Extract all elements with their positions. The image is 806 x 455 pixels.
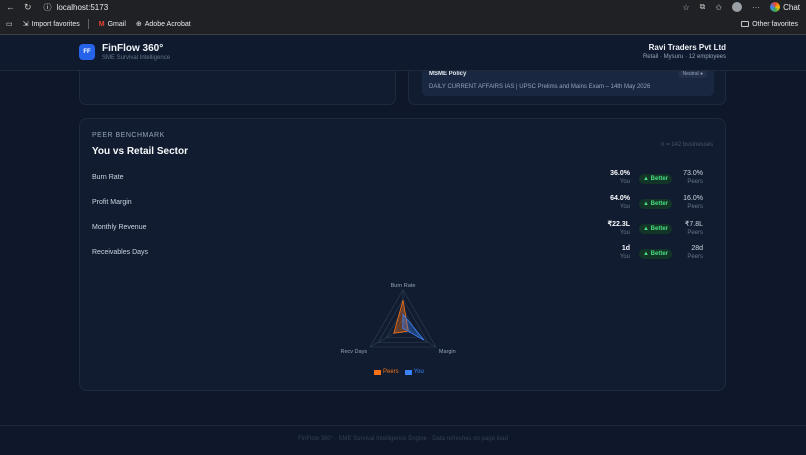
news-item[interactable]: MSME Policy Neutral ● DAILY CURRENT AFFA… [422,68,714,96]
chat-button[interactable]: Chat [770,2,800,12]
company-meta: Retail · Mysuru · 12 employees [642,54,726,60]
other-favorites[interactable]: Other favorites [741,21,806,28]
more-icon[interactable]: ··· [752,3,760,12]
app-title: FinFlow 360° [102,43,164,54]
legend-label: Peers [383,369,399,375]
metric-row: Monthly Revenue ₹22.3L You ▲ Better ₹7.8… [92,220,715,242]
page-footer: FinFlow 360° · SME Survival Intelligence… [0,425,806,455]
peer-caption: Peers [687,254,703,260]
company-info: Ravi Traders Pvt Ltd Retail · Mysuru · 1… [643,43,726,60]
peer-caption: Peers [687,230,703,236]
favorites-icon[interactable]: ✩ [715,3,722,12]
favorite-gmail[interactable]: M Gmail [99,21,126,28]
back-icon[interactable]: ← [6,2,15,12]
legend-swatch [404,369,412,375]
address-bar[interactable]: ⓘ localhost:5173 [44,2,109,13]
app-logo: FF [79,44,95,60]
you-value: ₹22.3L You [608,220,630,236]
legend-swatch [374,369,381,375]
status-badge: ▲ Better [639,249,672,259]
you-value: 36.0% You [610,170,630,185]
peer-caption: Peers [687,179,703,185]
peer-number: 73.0% [683,170,703,177]
you-number: 64.0% [610,195,630,202]
you-value: 1d You [620,245,630,260]
browser-tab-bar: ← ↻ ⓘ localhost:5173 ☆ ⧉ ✩ ··· Chat [0,0,806,14]
news-title: MSME Policy [429,71,467,77]
radar-chart: Burn Rate Margin Recv Days [340,283,456,355]
sidebar-toggle-icon[interactable]: ▭ [6,20,13,28]
profile-avatar[interactable] [732,2,743,12]
you-number: ₹22.3L [607,221,630,228]
you-number: 1d [621,245,630,252]
app-header: FF FinFlow 360° SME Survival Intelligenc… [0,35,806,71]
info-icon: ⓘ [43,2,52,12]
you-caption: You [619,204,630,210]
metric-row: Burn Rate 36.0% You ▲ Better 73.0% Peers [92,170,715,192]
favorite-label: Import favorites [31,20,80,28]
status-badge: ▲ Better [639,199,672,209]
other-favorites-label: Other favorites [752,20,798,28]
peer-benchmark-card: PEER BENCHMARK You vs Retail Sector n = … [79,118,726,391]
app-subtitle: SME Survival Intelligence [102,55,171,61]
peer-number: ₹7.8L [684,221,703,228]
gmail-icon: M [98,20,105,28]
sample-count: n = 142 businesses [661,142,713,148]
peer-caption: Peers [687,204,703,210]
app-page: FF FinFlow 360° SME Survival Intelligenc… [0,35,806,455]
legend-peers: Peers [374,369,399,375]
import-icon: ⇲ [22,21,29,28]
favorite-label: Gmail [107,20,126,28]
sentiment-badge: Neutral ● [678,70,707,78]
globe-icon: ⊕ [135,21,142,28]
peer-value: 73.0% Peers [683,170,703,185]
refresh-icon[interactable]: ↻ [24,2,32,13]
radar-axis-label: Burn Rate [391,283,416,289]
section-eyebrow: PEER BENCHMARK [92,132,165,139]
peer-value: 16.0% Peers [683,195,703,210]
radar-legend: Peers You [374,369,424,375]
metric-row: Profit Margin 64.0% You ▲ Better 16.0% P… [92,195,715,217]
legend-you: You [404,369,424,375]
legend-label: You [413,369,424,375]
radar-series-you [402,313,425,341]
metric-label: Monthly Revenue [92,224,147,231]
metric-label: Receivables Days [92,249,149,256]
url-text: localhost:5173 [56,2,109,12]
divider [87,19,89,29]
you-caption: You [619,179,630,185]
news-headline: DAILY CURRENT AFFAIRS IAS | UPSC Prelims… [429,84,651,90]
you-value: 64.0% You [610,195,630,210]
metric-label: Profit Margin [92,199,132,206]
brand: FF FinFlow 360° SME Survival Intelligenc… [79,43,170,61]
company-name: Ravi Traders Pvt Ltd [648,43,726,52]
favorite-label: Adobe Acrobat [144,20,191,28]
favorite-acrobat[interactable]: ⊕ Adobe Acrobat [135,20,191,29]
metric-label: Burn Rate [92,174,124,181]
star-icon[interactable]: ☆ [683,3,690,12]
favorites-bar: ▭ ⇲ Import favorites M Gmail ⊕ Adobe Acr… [0,14,806,35]
you-caption: You [619,254,630,260]
favorite-import[interactable]: ⇲ Import favorites [22,20,80,29]
section-title: You vs Retail Sector [92,146,188,157]
you-number: 36.0% [610,170,630,177]
copilot-icon [770,2,781,12]
radar-axis-label: Margin [439,349,456,355]
chat-label: Chat [783,2,800,12]
folder-icon [741,21,750,27]
metric-row: Receivables Days 1d You ▲ Better 28d Pee… [92,245,715,267]
peer-number: 16.0% [683,195,703,202]
you-caption: You [619,230,630,236]
peer-value: ₹7.8L Peers [685,220,703,236]
status-badge: ▲ Better [639,224,672,234]
radar-axis-label: Recv Days [340,349,367,355]
status-badge: ▲ Better [639,174,672,184]
peer-value: 28d Peers [687,245,703,260]
peer-number: 28d [691,245,703,252]
extensions-icon[interactable]: ⧉ [700,2,706,12]
